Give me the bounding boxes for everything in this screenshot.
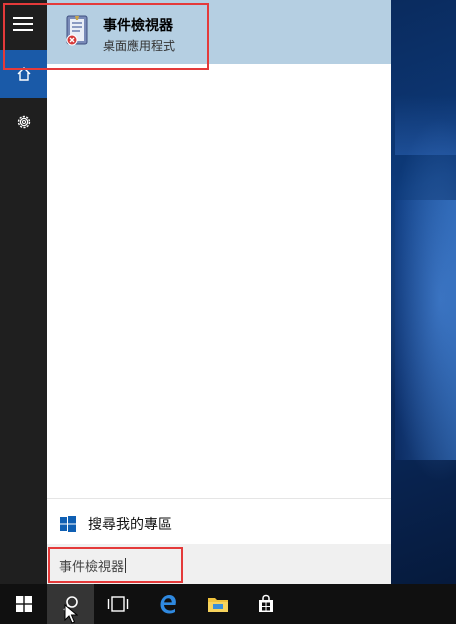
edge-button[interactable]: [144, 584, 191, 624]
store-icon: [258, 594, 273, 612]
start-menu: 事件檢視器 桌面應用程式 搜尋我的專區 事件檢視器: [0, 0, 391, 584]
best-match-result[interactable]: 事件檢視器 桌面應用程式: [47, 0, 391, 64]
task-view-button[interactable]: [94, 584, 141, 624]
task-view-icon: [107, 596, 128, 612]
event-viewer-icon: [66, 15, 88, 46]
settings-button[interactable]: [0, 98, 47, 146]
text-caret: [125, 558, 127, 573]
wallpaper-light-beam: [395, 200, 456, 460]
hamburger-button[interactable]: [0, 0, 47, 48]
search-input[interactable]: 事件檢視器: [47, 544, 391, 584]
windows-logo-icon: [60, 516, 76, 532]
home-icon: [17, 67, 30, 81]
start-button[interactable]: [0, 584, 47, 624]
search-results-panel: 事件檢視器 桌面應用程式 搜尋我的專區 事件檢視器: [47, 0, 391, 584]
search-my-stuff-button[interactable]: 搜尋我的專區: [47, 502, 391, 542]
edge-icon: [160, 595, 176, 614]
divider: [47, 498, 391, 499]
file-explorer-icon: [207, 598, 228, 612]
search-input-value: 事件檢視器: [59, 558, 127, 575]
result-subtitle: 桌面應用程式: [103, 39, 176, 53]
store-button[interactable]: [242, 584, 289, 624]
windows-logo-icon: [15, 596, 32, 612]
result-title: 事件檢視器: [103, 18, 173, 34]
hamburger-icon: [0, 0, 47, 48]
gear-icon: [17, 115, 30, 129]
mouse-cursor-icon: [64, 604, 78, 624]
search-my-stuff-label: 搜尋我的專區: [88, 517, 172, 533]
home-button[interactable]: [0, 50, 47, 98]
start-menu-rail: [0, 0, 47, 584]
wallpaper-light-beam: [395, 95, 456, 155]
file-explorer-button[interactable]: [194, 584, 241, 624]
